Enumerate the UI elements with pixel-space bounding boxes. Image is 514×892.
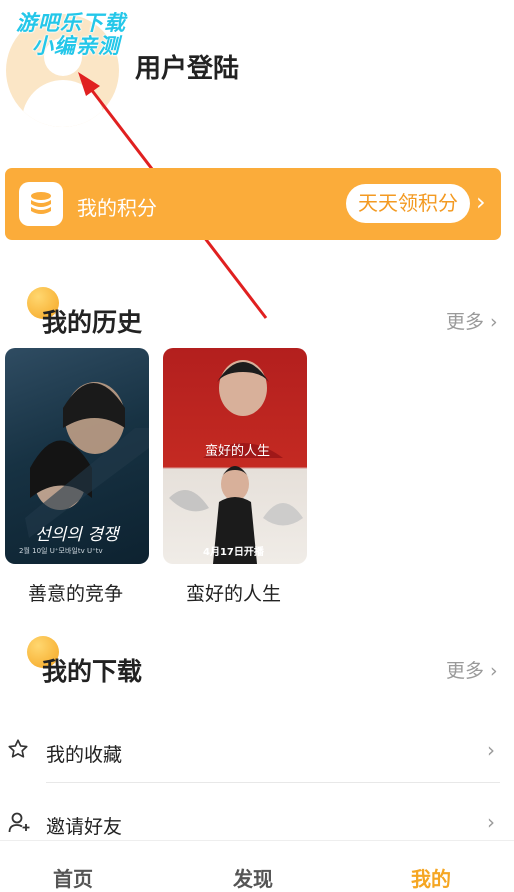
points-label: 我的积分	[77, 196, 157, 220]
favorites-row[interactable]: 我的收藏 ›	[0, 730, 514, 774]
history-card-title[interactable]: 蛮好的人生	[186, 579, 281, 606]
star-icon	[7, 738, 29, 760]
add-user-icon	[7, 810, 31, 834]
points-banner[interactable]: 我的积分 天天领积分 ›	[5, 168, 501, 240]
poster-title-text: 선의의 경쟁	[35, 525, 119, 545]
chevron-right-icon: ›	[487, 738, 495, 762]
history-card-title[interactable]: 善意的竞争	[28, 579, 123, 606]
history-title: 我的历史	[42, 308, 143, 337]
favorites-label: 我的收藏	[46, 744, 123, 766]
poster-date-text: 4月17日开播	[203, 547, 264, 558]
bottom-nav: 首页 发现 我的	[0, 840, 514, 892]
nav-discover[interactable]: 发现	[233, 863, 273, 892]
chevron-right-icon: ›	[490, 660, 498, 682]
chevron-right-icon[interactable]: ›	[476, 188, 486, 216]
poster-date-text: 2월 10일 U⁺모바일tv U⁺tv	[19, 547, 103, 555]
more-label: 更多	[446, 660, 485, 682]
history-card-poster[interactable]: 蛮好的人生 4月17日开播	[163, 348, 307, 564]
history-card-poster[interactable]: 선의의 경쟁 2월 10일 U⁺모바일tv U⁺tv	[5, 348, 149, 564]
more-label: 更多	[446, 311, 485, 333]
downloads-more-link[interactable]: 更多 ›	[446, 656, 498, 683]
chevron-right-icon: ›	[490, 311, 498, 333]
divider	[46, 782, 500, 783]
downloads-title: 我的下载	[42, 657, 143, 686]
history-more-link[interactable]: 更多 ›	[446, 307, 498, 334]
invite-friends-label: 邀请好友	[46, 816, 123, 838]
watermark-line2: 小编亲测	[32, 34, 120, 58]
poster-title-text: 蛮好的人生	[205, 444, 271, 459]
coin-stack-icon	[19, 182, 63, 226]
nav-home[interactable]: 首页	[53, 863, 93, 892]
watermark-line1: 游吧乐下载	[16, 11, 126, 35]
watermark: 游吧乐下载 小编亲测	[16, 12, 126, 58]
daily-points-button[interactable]: 天天领积分	[346, 184, 470, 223]
chevron-right-icon: ›	[487, 810, 495, 834]
nav-mine[interactable]: 我的	[411, 863, 451, 892]
